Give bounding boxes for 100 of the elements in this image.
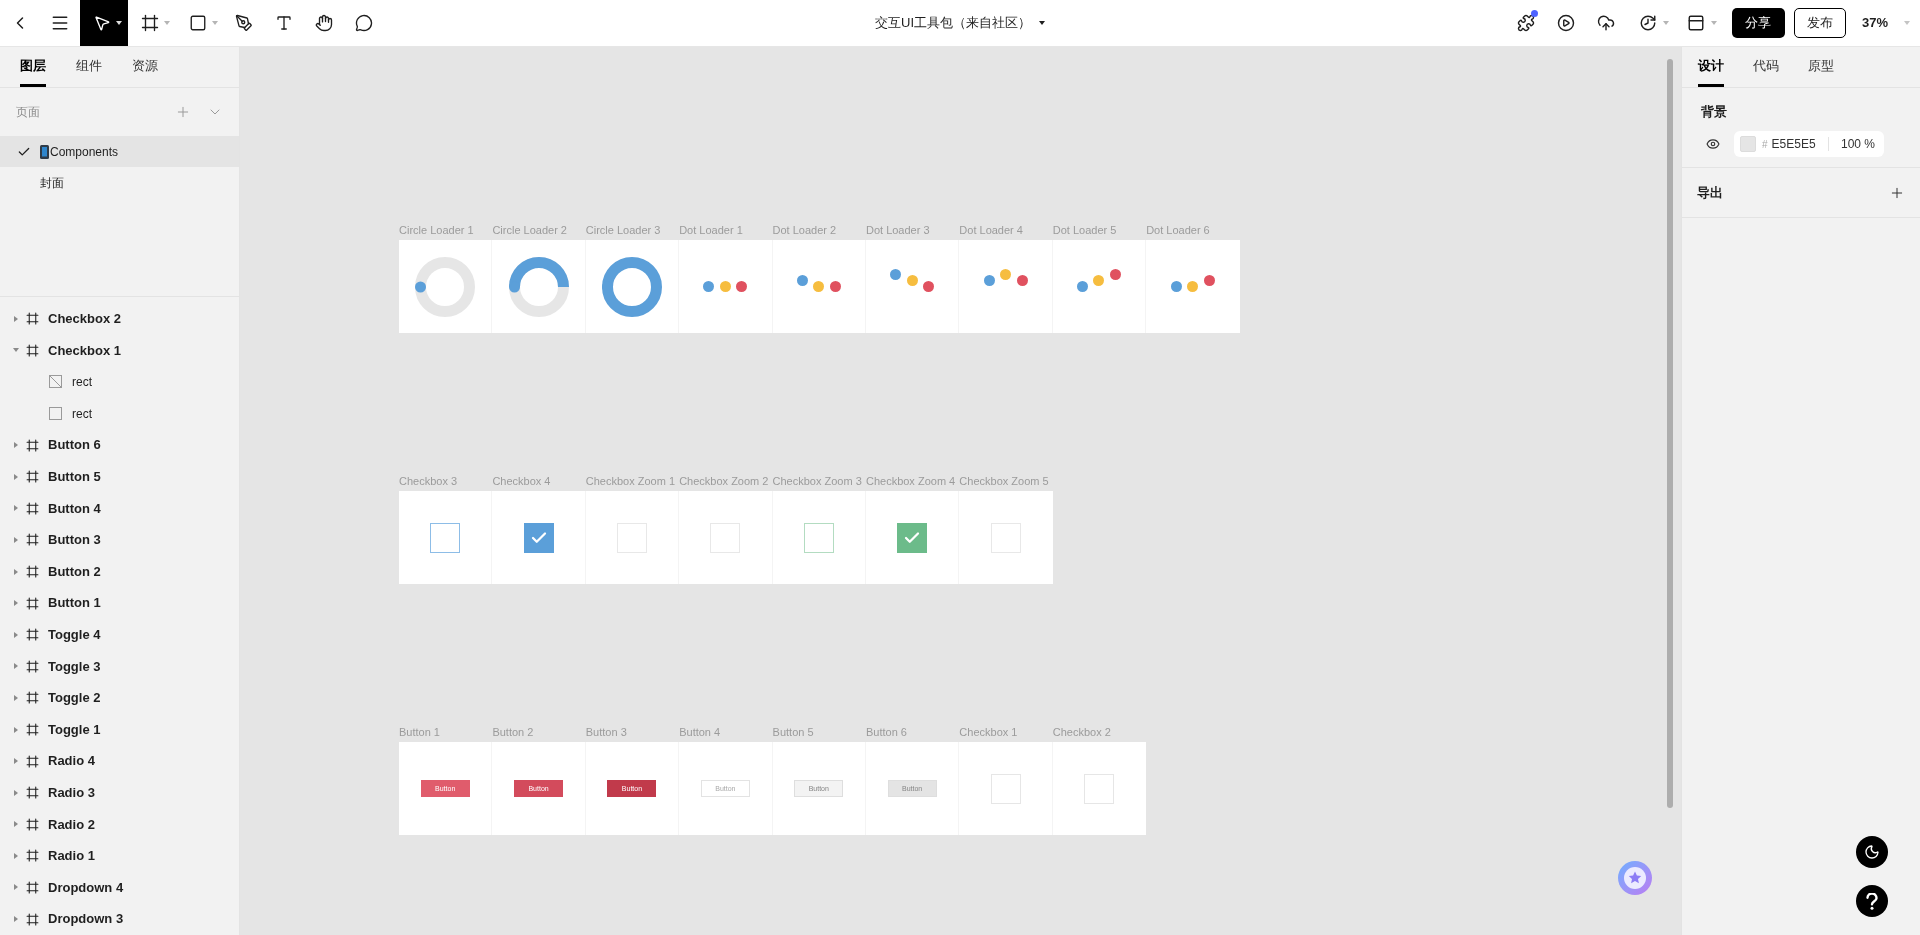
frame-icon	[26, 596, 39, 610]
loading-ring-icon	[508, 256, 569, 317]
layer-item[interactable]: Button 2	[0, 555, 239, 588]
frame-icon	[141, 14, 159, 32]
dark-mode-button[interactable]	[1856, 836, 1888, 868]
layer-item[interactable]: Button 4	[0, 492, 239, 525]
history-icon	[1638, 14, 1657, 32]
eye-icon[interactable]	[1706, 137, 1720, 151]
frame-icon	[26, 881, 39, 894]
frame-icon	[26, 343, 39, 357]
share-button[interactable]: 分享	[1731, 8, 1785, 38]
frame-label: Button 5	[772, 725, 814, 739]
layer-item[interactable]: Radio 3	[0, 776, 239, 809]
frame-icon	[26, 501, 39, 515]
frame-label: Button 4	[679, 725, 721, 739]
help-button[interactable]	[1856, 885, 1888, 917]
layer-item[interactable]: Checkbox 2	[0, 303, 239, 335]
layer-item[interactable]: Button 1	[0, 587, 239, 619]
hex-value: E5E5E5	[1771, 136, 1816, 153]
layer-item[interactable]: Dropdown 3	[0, 903, 239, 935]
frame-label: Dot Loader 5	[1052, 223, 1117, 237]
frame-label: Circle Loader 3	[585, 223, 661, 237]
moon-icon	[1864, 844, 1880, 860]
frame-icon	[26, 912, 39, 926]
panel-tab[interactable]: 资源	[132, 47, 158, 87]
pointer-icon	[93, 14, 111, 32]
frame-icon	[26, 438, 39, 452]
section-title: 背景	[1701, 104, 1727, 120]
frame-icon	[26, 723, 39, 736]
frame-icon	[26, 659, 39, 673]
frame-icon	[26, 565, 39, 579]
layer-item[interactable]: Checkbox 1	[0, 334, 239, 367]
frame-label: Button 3	[585, 725, 627, 739]
frame-icon	[26, 470, 39, 484]
frame-label: Checkbox Zoom 4	[865, 474, 956, 488]
hand-icon	[315, 14, 333, 32]
panel-tab[interactable]: 原型	[1808, 47, 1834, 87]
square-icon	[189, 14, 207, 32]
cloud-upload-icon	[1596, 14, 1615, 32]
frame-icon	[26, 628, 39, 642]
layer-item[interactable]: rect	[0, 366, 239, 398]
publish-button[interactable]: 发布	[1793, 8, 1846, 38]
frame-icon	[26, 691, 39, 705]
page-item[interactable]: 封面	[0, 167, 239, 199]
zoom-menu[interactable]: 37%	[1861, 13, 1910, 33]
frame-label: Button 6	[865, 725, 907, 739]
panel-tab[interactable]: 图层	[20, 47, 46, 87]
square-icon	[49, 407, 62, 421]
frame-icon	[26, 849, 39, 863]
section-title: 页面	[16, 104, 40, 121]
loading-ring-icon	[415, 256, 476, 317]
panel-tab[interactable]: 设计	[1698, 47, 1724, 87]
layer-item[interactable]: Dropdown 4	[0, 871, 239, 904]
select-tool[interactable]	[80, 0, 128, 46]
color-field[interactable]: # E5E5E5 100 %	[1734, 131, 1884, 157]
frame-label: Dot Loader 3	[865, 223, 930, 237]
checkbox[interactable]	[803, 522, 834, 553]
layer-item[interactable]: Toggle 1	[0, 713, 239, 746]
speech-bubble-icon	[355, 14, 373, 32]
page-item[interactable]: Components	[0, 136, 239, 167]
frame-label: Dot Loader 6	[1146, 223, 1210, 237]
document-title[interactable]: 交互UI工具包（来自社区）	[875, 13, 1045, 33]
puzzle-icon	[1516, 14, 1535, 32]
plus-icon	[175, 104, 191, 120]
frame-label: Checkbox 2	[1052, 725, 1111, 739]
layer-item[interactable]: Toggle 3	[0, 650, 239, 683]
layer-item[interactable]: Button 6	[0, 429, 239, 461]
checkbox[interactable]	[523, 522, 554, 553]
section-title: 导出	[1697, 183, 1723, 202]
frame-label: Dot Loader 2	[772, 223, 837, 237]
frame-icon	[26, 786, 39, 800]
text-icon	[275, 14, 293, 32]
checkbox[interactable]	[897, 522, 928, 553]
layer-item[interactable]: Toggle 2	[0, 682, 239, 714]
layer-item[interactable]: Button 5	[0, 460, 239, 493]
layer-item[interactable]: Radio 2	[0, 808, 239, 841]
frame-icon	[26, 754, 39, 768]
frame-label: Checkbox Zoom 3	[772, 474, 862, 488]
slashed-square-icon	[49, 375, 62, 389]
layer-item[interactable]: rect	[0, 397, 239, 430]
layer-item[interactable]: Radio 1	[0, 840, 239, 872]
frame-icon	[26, 312, 39, 326]
frame-label: Checkbox Zoom 2	[679, 474, 769, 488]
pen-icon	[235, 14, 253, 32]
star-button[interactable]	[1618, 861, 1652, 895]
checkbox[interactable]	[430, 522, 461, 553]
layer-item[interactable]: Radio 4	[0, 745, 239, 777]
frame-label: Checkbox 1	[959, 725, 1018, 739]
loading-ring-icon	[601, 256, 662, 317]
frame-label: Checkbox 4	[492, 474, 551, 488]
frame-label: Dot Loader 4	[959, 223, 1023, 237]
scrollbar[interactable]	[1667, 59, 1673, 808]
frame-label: Checkbox 3	[399, 474, 458, 488]
panel-tab[interactable]: 组件	[76, 47, 102, 87]
frame-label: Circle Loader 2	[492, 223, 567, 237]
hash-prefix: #	[1762, 137, 1768, 152]
opacity-value: 100 %	[1840, 136, 1875, 153]
layer-item[interactable]: Button 3	[0, 524, 239, 556]
layer-item[interactable]: Toggle 4	[0, 618, 239, 651]
panel-tab[interactable]: 代码	[1753, 47, 1779, 87]
